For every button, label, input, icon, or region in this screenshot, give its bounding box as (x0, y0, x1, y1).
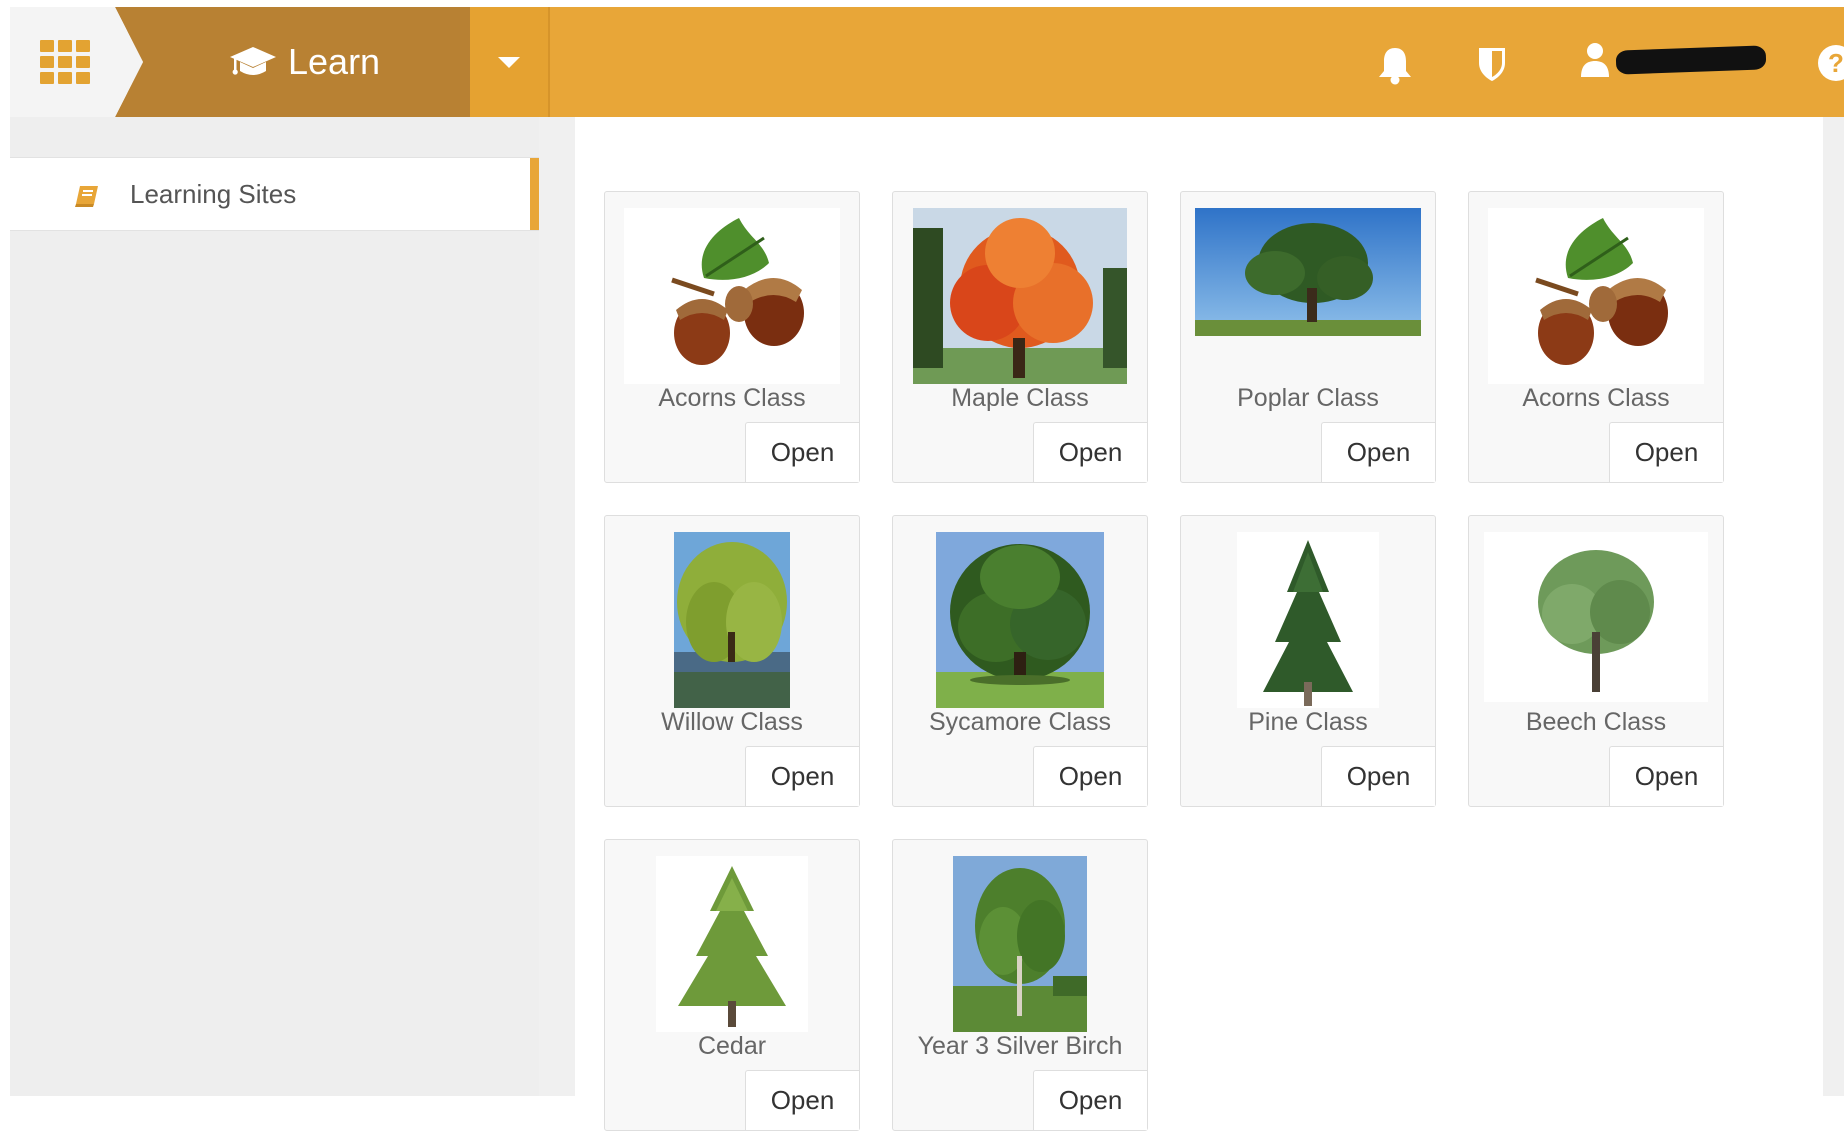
active-indicator (530, 158, 539, 230)
site-tile[interactable]: Poplar Class Open (1180, 191, 1436, 483)
cedar-tree-image (656, 856, 808, 1032)
site-name: Beech Class (1525, 708, 1667, 736)
open-button[interactable]: Open (745, 1070, 859, 1130)
chevron-down-icon (498, 56, 520, 68)
sidebar: Learning Sites (10, 117, 539, 1096)
site-name: Maple Class (951, 384, 1089, 412)
redacted-user-name (1615, 45, 1767, 75)
open-button[interactable]: Open (1321, 422, 1435, 482)
open-button[interactable]: Open (1033, 1070, 1147, 1130)
site-name: Year 3 Silver Birch (917, 1032, 1123, 1060)
user-icon (1581, 43, 1609, 77)
site-tile[interactable]: Year 3 Silver Birch Open (892, 839, 1148, 1131)
open-button[interactable]: Open (1609, 746, 1723, 806)
bell-icon[interactable] (1376, 45, 1414, 85)
site-tile[interactable]: Beech Class Open (1468, 515, 1724, 807)
sycamore-tree-image (936, 532, 1104, 708)
open-button[interactable]: Open (745, 746, 859, 806)
acorns-image (624, 208, 840, 384)
sidebar-item-label: Learning Sites (130, 178, 297, 209)
site-tile[interactable]: Sycamore Class Open (892, 515, 1148, 807)
site-tile[interactable]: Maple Class Open (892, 191, 1148, 483)
top-navigation-bar: Learn ? (10, 7, 1844, 117)
content-gutter (539, 117, 575, 1096)
site-name: Acorns Class (658, 384, 806, 412)
beech-tree-image (1484, 532, 1708, 702)
app-switcher-dropdown-button[interactable] (470, 7, 548, 117)
site-name: Sycamore Class (929, 708, 1111, 736)
site-name: Cedar (697, 1032, 767, 1060)
site-name: Pine Class (1248, 708, 1368, 736)
acorns-image (1488, 208, 1704, 384)
book-icon (75, 186, 98, 207)
silver-birch-tree-image (953, 856, 1087, 1032)
page-scroll-track[interactable] (1823, 117, 1844, 1096)
open-button[interactable]: Open (1033, 746, 1147, 806)
shield-icon[interactable] (1476, 45, 1508, 83)
maple-tree-image (913, 208, 1127, 384)
open-button[interactable]: Open (1033, 422, 1147, 482)
site-tile[interactable]: Pine Class Open (1180, 515, 1436, 807)
pine-tree-image (1237, 532, 1379, 708)
site-name: Acorns Class (1522, 384, 1670, 412)
site-tile[interactable]: Acorns Class Open (604, 191, 860, 483)
site-tile[interactable]: Acorns Class Open (1468, 191, 1724, 483)
poplar-tree-image (1195, 208, 1421, 336)
willow-tree-image (674, 532, 790, 708)
app-title-label: Learn (288, 41, 381, 82)
learning-sites-grid: Acorns Class Open Maple Class Open Popla… (575, 117, 1823, 1131)
graduation-cap-icon (230, 47, 276, 75)
apps-grid-icon (40, 40, 90, 84)
user-menu[interactable] (1580, 41, 1767, 79)
topbar-divider (548, 7, 550, 117)
sidebar-item-learning-sites[interactable]: Learning Sites (10, 157, 539, 231)
open-button[interactable]: Open (1321, 746, 1435, 806)
app-title[interactable]: Learn (230, 7, 380, 117)
open-button[interactable]: Open (1609, 422, 1723, 482)
site-tile[interactable]: Willow Class Open (604, 515, 860, 807)
site-name: Willow Class (661, 708, 803, 736)
site-name: Poplar Class (1237, 384, 1379, 412)
site-tile[interactable]: Cedar Open (604, 839, 860, 1131)
open-button[interactable]: Open (745, 422, 859, 482)
help-icon[interactable]: ? (1818, 45, 1844, 81)
